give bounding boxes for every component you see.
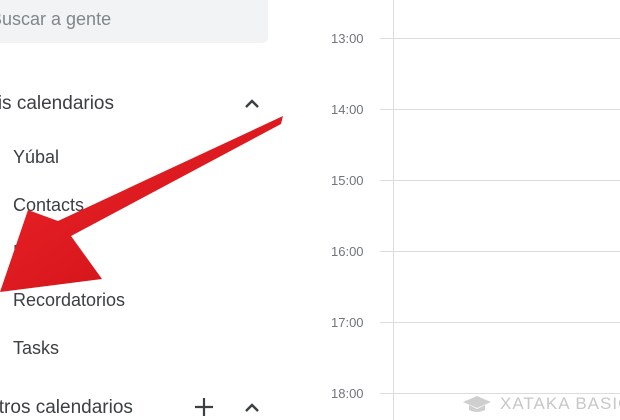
sidebar: Buscar a gente Mis calendarios Yúbal Con… bbox=[0, 0, 300, 420]
plus-icon[interactable] bbox=[192, 395, 216, 419]
watermark: XATAKA BASICS bbox=[462, 391, 620, 417]
time-label: 13:00 bbox=[331, 31, 364, 46]
chevron-up-icon[interactable] bbox=[242, 398, 262, 418]
time-label: 18:00 bbox=[331, 386, 364, 401]
search-box[interactable]: Buscar a gente bbox=[0, 0, 268, 43]
hour-line bbox=[380, 180, 620, 181]
grid-vertical-line bbox=[393, 0, 394, 420]
chevron-up-icon[interactable] bbox=[242, 94, 262, 114]
calendar-item-tasks[interactable]: Tasks bbox=[13, 338, 59, 359]
time-label: 17:00 bbox=[331, 315, 364, 330]
other-calendars-title[interactable]: Otros calendarios bbox=[0, 397, 133, 419]
hour-line bbox=[380, 109, 620, 110]
my-calendars-title[interactable]: Mis calendarios bbox=[0, 93, 114, 115]
hour-line bbox=[380, 322, 620, 323]
time-label: 14:00 bbox=[331, 102, 364, 117]
hour-line bbox=[380, 38, 620, 39]
time-label: 16:00 bbox=[331, 244, 364, 259]
calendar-item-contacts[interactable]: Contacts bbox=[13, 195, 84, 216]
calendar-item-yubal[interactable]: Yúbal bbox=[13, 147, 59, 168]
day-grid[interactable]: 13:00 14:00 15:00 16:00 17:00 18:00 bbox=[300, 0, 620, 420]
search-input[interactable]: Buscar a gente bbox=[0, 9, 111, 30]
watermark-text: XATAKA BASICS bbox=[500, 394, 620, 413]
time-label: 15:00 bbox=[331, 173, 364, 188]
calendar-item-recordatorios[interactable]: Recordatorios bbox=[13, 290, 125, 311]
graduation-cap-icon bbox=[463, 396, 491, 412]
calendar-item-festivos[interactable]: Festivos bbox=[13, 242, 80, 263]
hour-line bbox=[380, 251, 620, 252]
